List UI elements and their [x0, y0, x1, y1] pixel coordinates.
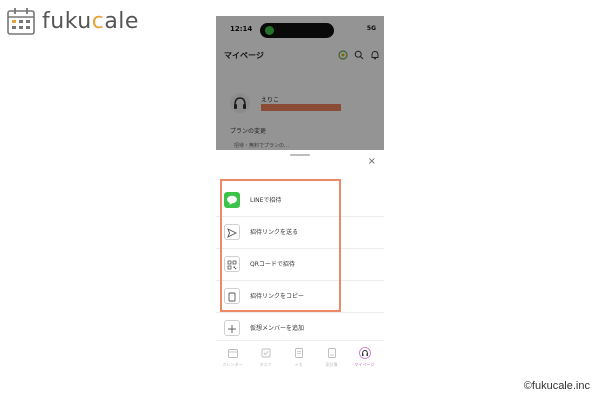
tab-label: メモ — [294, 362, 303, 367]
sheet-drag-handle[interactable] — [290, 154, 310, 156]
tab-mypage[interactable]: マイページ — [348, 345, 381, 368]
line-icon — [224, 192, 240, 208]
close-button[interactable]: × — [368, 157, 376, 167]
tab-task[interactable]: タスク — [249, 345, 282, 368]
tab-label: タスク — [259, 362, 272, 367]
copyright-text: ©fukucale.inc — [523, 380, 590, 392]
plus-icon — [224, 320, 240, 336]
calendar-icon — [227, 349, 238, 358]
notebook-icon — [327, 348, 336, 358]
send-icon — [224, 224, 240, 240]
tab-label: カレンダー — [222, 362, 243, 367]
brand-logo: fukucale — [6, 6, 139, 36]
tab-label: 家計簿 — [325, 362, 338, 367]
item-label: QRコードで招待 — [250, 261, 295, 268]
qr-code-icon — [224, 256, 240, 272]
brand-name: fukucale — [42, 8, 139, 34]
item-label: 招待リンクを送る — [250, 229, 299, 236]
checkbox-icon — [261, 348, 270, 358]
item-label: LINEで招待 — [250, 197, 282, 204]
tab-calendar[interactable]: カレンダー — [216, 345, 249, 368]
qr-invite-button[interactable]: QRコードで招待 — [216, 248, 384, 281]
tab-label: マイページ — [354, 362, 375, 367]
invite-bottom-sheet: × LINEで招待 招待リンクを送る QRコードで招待 招待リンクをコピー 仮想… — [216, 150, 384, 345]
memo-icon — [294, 348, 303, 358]
tab-household-book[interactable]: 家計簿 — [315, 345, 348, 368]
tab-memo[interactable]: メモ — [282, 345, 315, 368]
modal-overlay[interactable] — [216, 16, 384, 150]
calendar-logo-icon — [7, 8, 35, 35]
item-label: 仮想メンバーを追加 — [250, 325, 305, 332]
bottom-tab-bar: カレンダー タスク メモ 家計簿 マイページ — [216, 340, 384, 382]
copy-invite-link-button[interactable]: 招待リンクをコピー — [216, 280, 384, 313]
mypage-icon — [358, 347, 371, 359]
invite-line-button[interactable]: LINEで招待 — [216, 184, 384, 217]
send-invite-link-button[interactable]: 招待リンクを送る — [216, 216, 384, 249]
item-label: 招待リンクをコピー — [250, 293, 305, 300]
copy-icon — [224, 288, 240, 304]
phone-screen: 12:14 5G マイページ えりこ プランの変更 招待・無料でプランの… × — [216, 16, 384, 382]
